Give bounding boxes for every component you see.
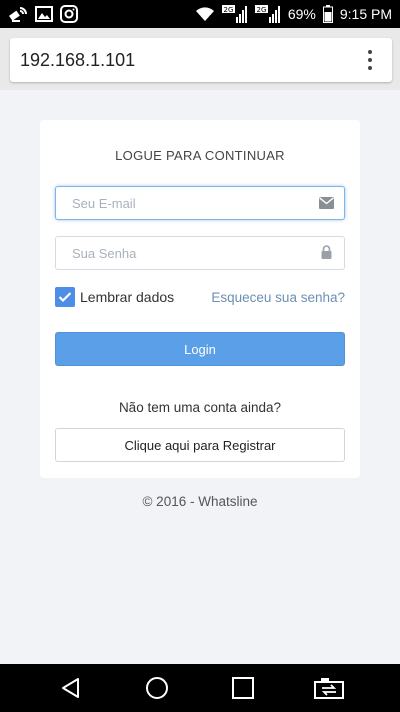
more-vert-icon[interactable] <box>366 50 374 70</box>
login-button[interactable]: Login <box>55 332 345 366</box>
battery-icon <box>322 5 333 23</box>
back-icon[interactable] <box>51 668 91 708</box>
login-card: LOGUE PARA CONTINUAR Seu E-mail Lembrar … <box>40 120 360 478</box>
signal-2g-icon: 2G <box>254 5 281 23</box>
password-field[interactable] <box>56 237 306 269</box>
url-bar[interactable]: 192.168.1.101 <box>10 38 392 82</box>
image-icon <box>35 6 53 22</box>
remember-checkbox-label[interactable]: Lembrar dados <box>55 287 174 307</box>
wifi-icon <box>195 6 215 22</box>
login-title: LOGUE PARA CONTINUAR <box>115 148 285 163</box>
status-bar: 2G 2G 69% 9:15 PM <box>0 0 400 28</box>
battery-percent: 69% <box>287 6 316 22</box>
forgot-password-link[interactable]: Esqueceu sua senha? <box>211 290 345 305</box>
network-label-1: 2G <box>223 6 233 14</box>
remember-label: Lembrar dados <box>80 289 175 305</box>
status-bar-right: 2G 2G 69% 9:15 PM <box>195 5 392 23</box>
instagram-icon <box>60 5 78 23</box>
android-nav-bar <box>0 664 400 712</box>
signal-2g-icon: 2G <box>221 5 248 23</box>
password-field-wrapper[interactable] <box>55 236 345 270</box>
screen-switch-icon[interactable] <box>309 668 349 708</box>
email-field-wrapper[interactable] <box>55 186 345 220</box>
home-icon[interactable] <box>137 668 177 708</box>
remember-checkbox[interactable] <box>55 287 75 307</box>
clock: 9:15 PM <box>339 6 392 22</box>
status-bar-left <box>8 5 78 23</box>
network-label-2: 2G <box>256 6 266 14</box>
satellite-icon <box>8 5 28 23</box>
lock-icon <box>321 245 332 264</box>
check-icon <box>58 292 72 303</box>
url-text[interactable]: 192.168.1.101 <box>20 50 135 71</box>
no-account-text: Não tem uma conta ainda? <box>118 400 282 415</box>
browser-toolbar: 192.168.1.101 <box>0 28 400 90</box>
envelope-icon <box>319 196 334 214</box>
recents-icon[interactable] <box>223 668 263 708</box>
footer-copyright: © 2016 - Whatsline <box>142 494 258 509</box>
register-button[interactable]: Clique aqui para Registrar <box>55 428 345 462</box>
email-field[interactable] <box>56 187 306 219</box>
remember-row: Lembrar dados Esqueceu sua senha? <box>55 286 345 308</box>
page-content: LOGUE PARA CONTINUAR Seu E-mail Lembrar … <box>0 90 400 664</box>
